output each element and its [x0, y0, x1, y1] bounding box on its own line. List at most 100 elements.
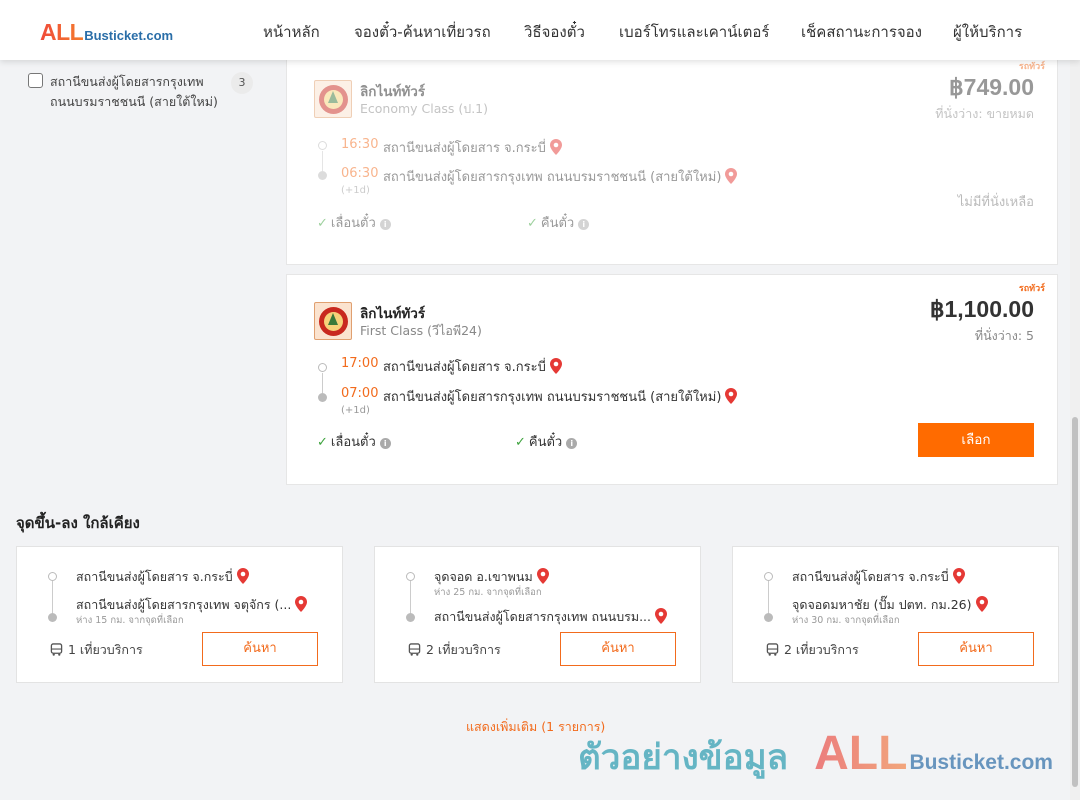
to-dot [48, 613, 57, 622]
trip-count: 2 เที่ยวบริการ [766, 640, 859, 660]
bus-icon [50, 643, 63, 656]
trip-price: ฿749.00 [949, 74, 1034, 100]
to-distance: ห่าง 15 กม. จากจุดที่เลือก [76, 615, 184, 626]
map-pin-icon [952, 568, 965, 584]
sample-data-watermark: ตัวอย่างข้อมูล ALL Busticket.com [578, 726, 1053, 785]
map-pin-icon [549, 358, 562, 374]
next-day-marker: (+1d) [341, 405, 370, 416]
map-pin-icon [295, 596, 308, 612]
arrive-station: สถานีขนส่งผู้โดยสารกรุงเทพ ถนนบรมราชชนนี… [383, 166, 738, 187]
route-line [322, 373, 323, 393]
select-trip-button[interactable]: เลือก [918, 423, 1034, 457]
map-pin-icon [725, 388, 738, 404]
feature-refund: ✓ คืนตั๋ว i [527, 212, 590, 233]
seats-available: ที่นั่งว่าง: 5 [974, 328, 1034, 343]
nearby-card: สถานีขนส่งผู้โดยสาร จ.กระบี่ สถานีขนส่งผ… [16, 546, 343, 683]
depart-station: สถานีขนส่งผู้โดยสาร จ.กระบี่ [383, 356, 562, 377]
info-icon[interactable]: i [566, 438, 578, 449]
to-dot [764, 613, 773, 622]
feature-reschedule: ✓ เลื่อนตั๋ว i [317, 212, 391, 233]
search-button[interactable]: ค้นหา [918, 632, 1034, 666]
nearby-card: สถานีขนส่งผู้โดยสาร จ.กระบี่ จุดจอดมหาชั… [732, 546, 1059, 683]
check-icon: ✓ [317, 435, 328, 450]
seat-class: First Class (วีไอพี24) [360, 323, 482, 338]
route-line [322, 151, 323, 171]
depart-dot [318, 363, 327, 372]
map-pin-icon [655, 608, 668, 624]
bus-icon [408, 643, 421, 656]
top-navbar: ALL Busticket.com หน้าหลัก จองตั๋ว-ค้นหา… [0, 0, 1080, 60]
show-more-link[interactable]: แสดงเพิ่มเติม (1 รายการ) [466, 717, 605, 737]
filter-checkbox[interactable] [28, 73, 43, 88]
search-button[interactable]: ค้นหา [202, 632, 318, 666]
scrollbar-thumb[interactable] [1072, 417, 1078, 787]
to-station: สถานีขนส่งผู้โดยสารกรุงเทพ จตุจักร (... [76, 595, 308, 615]
info-icon[interactable]: i [379, 219, 391, 230]
feature-refund: ✓ คืนตั๋ว i [515, 431, 578, 452]
to-station: สถานีขนส่งผู้โดยสารกรุงเทพ ถนนบรม... [434, 607, 668, 627]
from-distance: ห่าง 25 กม. จากจุดที่เลือก [434, 587, 542, 598]
filter-label: สถานีขนส่งผู้โดยสารกรุงเทพ ถนนบรมราชชนนี… [50, 74, 218, 109]
map-pin-icon [236, 568, 249, 584]
check-icon: ✓ [317, 216, 328, 231]
check-icon: ✓ [527, 216, 538, 231]
nav-home[interactable]: หน้าหลัก [263, 20, 320, 44]
to-distance: ห่าง 30 กม. จากจุดที่เลือก [792, 615, 900, 626]
map-pin-icon [549, 139, 562, 155]
nav-book-ticket[interactable]: จองตั๋ว-ค้นหาเที่ยวรถ [354, 20, 491, 44]
nav-operators[interactable]: ผู้ให้บริการ [953, 20, 1022, 44]
map-pin-icon [975, 596, 988, 612]
watermark-logo-all: ALL [814, 727, 908, 780]
trip-card: รถทัวร์ ลิกไนท์ทัวร์ First Class (วีไอพี… [286, 274, 1058, 485]
operator-logo [314, 80, 352, 118]
trip-count: 1 เที่ยวบริการ [50, 640, 143, 660]
arrive-station: สถานีขนส่งผู้โดยสารกรุงเทพ ถนนบรมราชชนนี… [383, 386, 738, 407]
to-dot [406, 613, 415, 622]
main-nav: หน้าหลัก จองตั๋ว-ค้นหาเที่ยวรถ วิธีจองตั… [0, 20, 1080, 41]
watermark-text: ตัวอย่างข้อมูล [578, 738, 789, 778]
arrive-time: 07:00 [341, 386, 379, 401]
route-line [52, 581, 53, 614]
depart-station: สถานีขนส่งผู้โดยสาร จ.กระบี่ [383, 137, 562, 158]
to-station: จุดจอดมหาชัย (ปั๊ม ปตท. กม.26) [792, 595, 988, 615]
nav-how-to-book[interactable]: วิธีจองตั๋ว [524, 20, 585, 44]
route-line [410, 581, 411, 614]
bus-type-ribbon: รถทัวร์ [1018, 284, 1045, 294]
trip-card-soldout: รถทัวร์ ลิกไนท์ทัวร์ Economy Class (ป.1)… [286, 52, 1058, 265]
map-pin-icon [536, 568, 549, 584]
watermark-logo-rest: Busticket.com [909, 751, 1053, 774]
depart-dot [318, 141, 327, 150]
nav-contacts[interactable]: เบอร์โทรและเคาน์เตอร์ [619, 20, 769, 44]
from-station: สถานีขนส่งผู้โดยสาร จ.กระบี่ [76, 567, 249, 587]
from-station: จุดจอด อ.เขาพนม [434, 567, 549, 587]
from-dot [764, 572, 773, 581]
trip-price: ฿1,100.00 [929, 296, 1034, 322]
sold-out-note: ไม่มีที่นั่งเหลือ [957, 195, 1034, 210]
arrive-dot [318, 393, 327, 402]
depart-time: 16:30 [341, 137, 379, 152]
from-dot [48, 572, 57, 581]
feature-reschedule: ✓ เลื่อนตั๋ว i [317, 431, 391, 452]
operator-logo [314, 302, 352, 340]
map-pin-icon [725, 168, 738, 184]
arrive-time: 06:30 [341, 166, 379, 181]
bus-icon [766, 643, 779, 656]
check-icon: ✓ [515, 435, 526, 450]
next-day-marker: (+1d) [341, 185, 370, 196]
from-dot [406, 572, 415, 581]
search-button[interactable]: ค้นหา [560, 632, 676, 666]
from-station: สถานีขนส่งผู้โดยสาร จ.กระบี่ [792, 567, 965, 587]
nearby-card: จุดจอด อ.เขาพนม ห่าง 25 กม. จากจุดที่เลื… [374, 546, 701, 683]
seat-class: Economy Class (ป.1) [360, 101, 489, 116]
bus-type-ribbon: รถทัวร์ [1018, 62, 1045, 72]
page-scrollbar[interactable] [1070, 60, 1080, 800]
info-icon[interactable]: i [379, 438, 391, 449]
nav-check-booking[interactable]: เช็คสถานะการจอง [801, 20, 922, 44]
route-line [768, 581, 769, 614]
filter-count-badge: 3 [231, 72, 253, 94]
trip-count: 2 เที่ยวบริการ [408, 640, 501, 660]
arrive-dot [318, 171, 327, 180]
seats-available: ที่นั่งว่าง: ขายหมด [935, 106, 1034, 121]
info-icon[interactable]: i [578, 219, 590, 230]
nearby-stops-heading: จุดขึ้น-ลง ใกล้เคียง [16, 514, 140, 532]
